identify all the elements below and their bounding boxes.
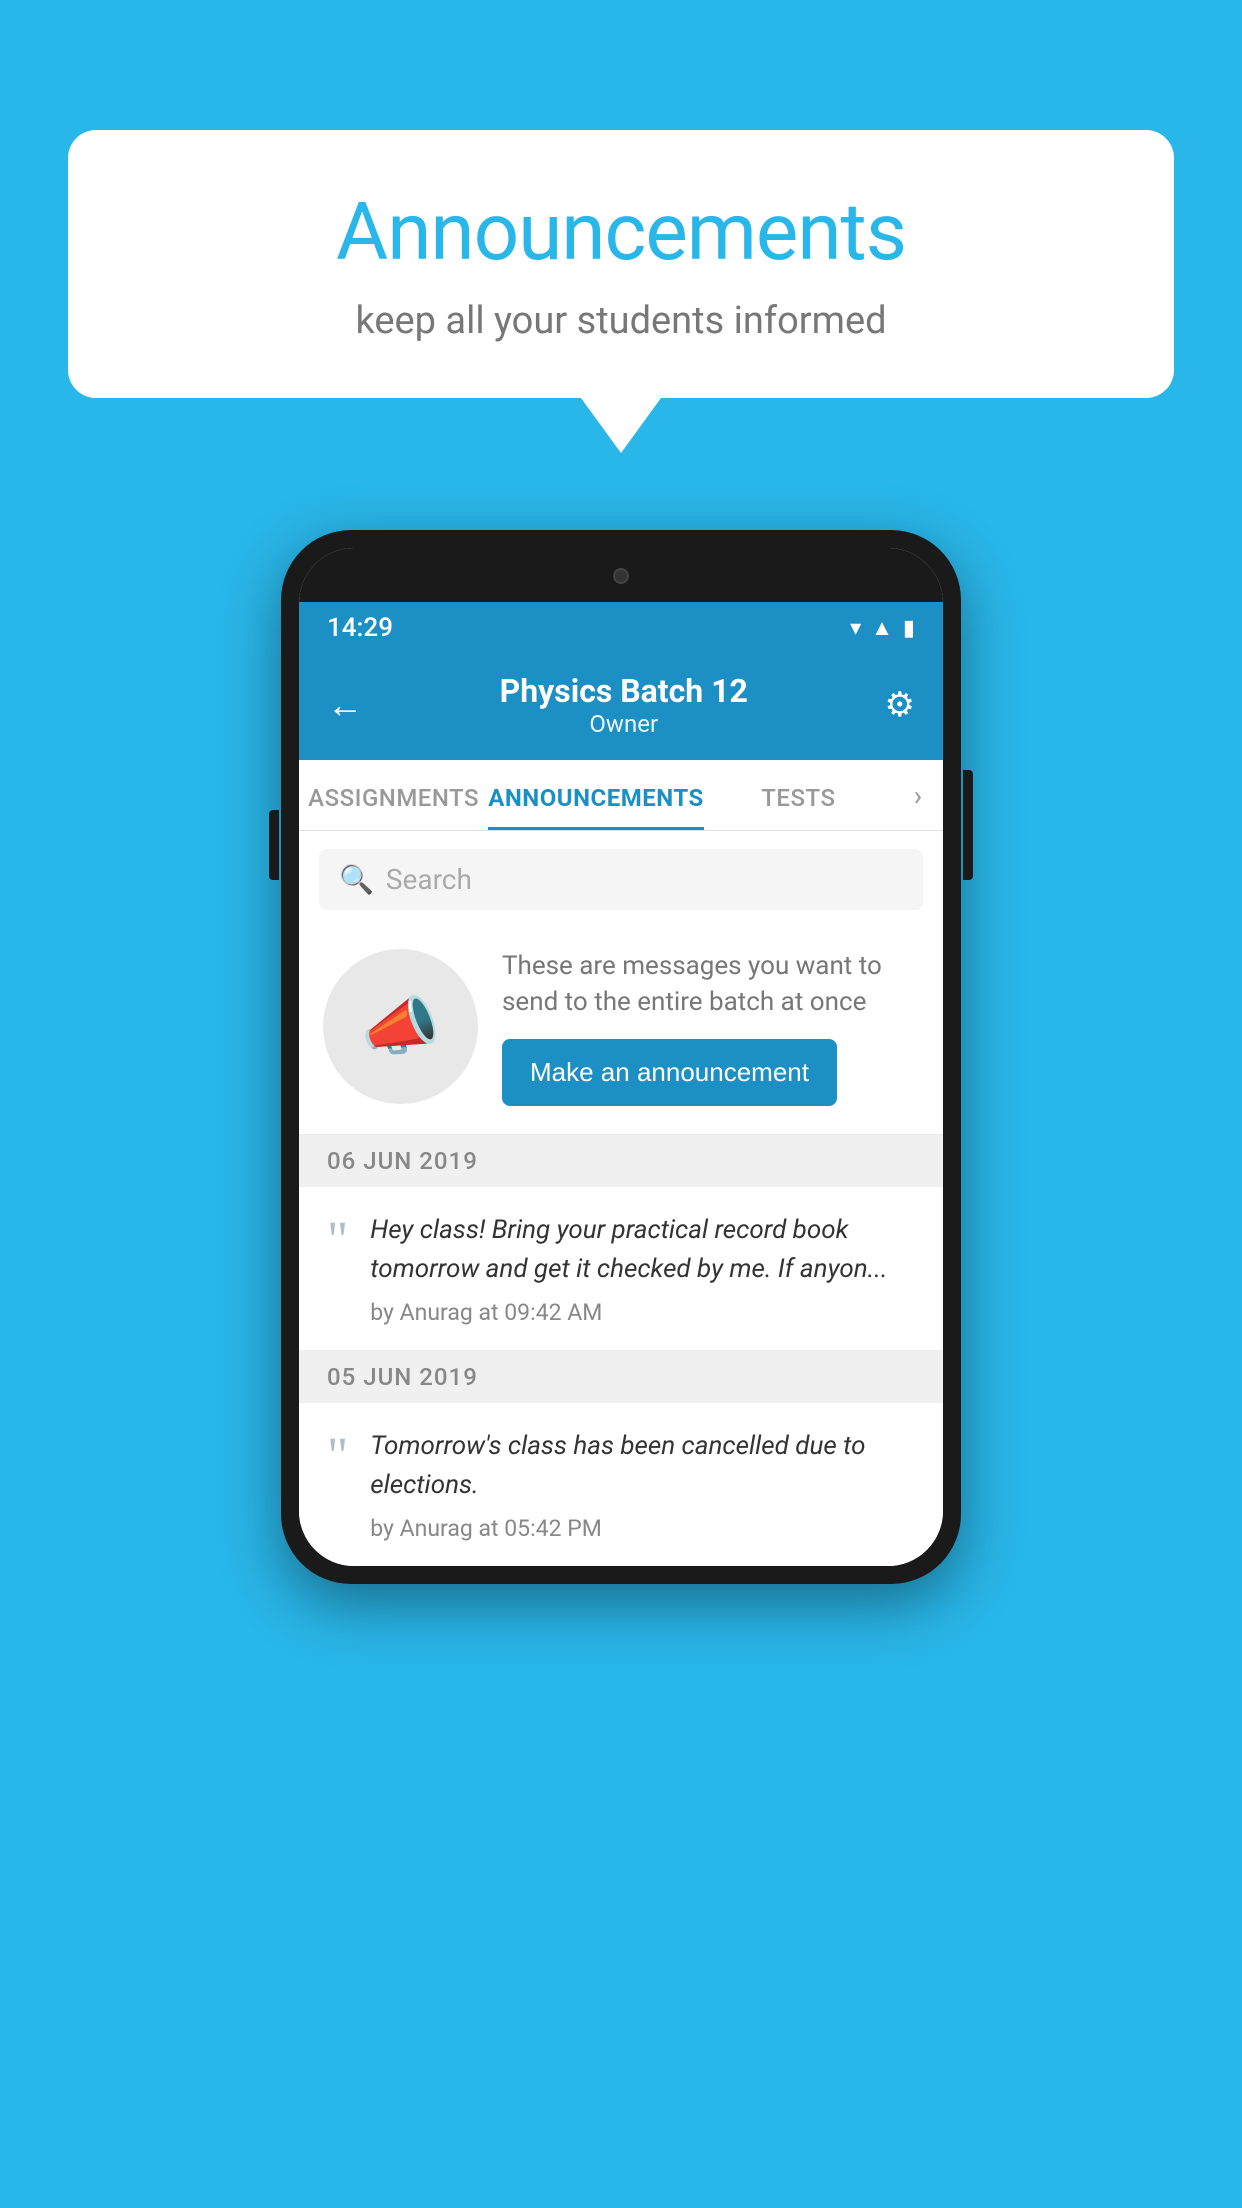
notch-cutout — [556, 558, 686, 594]
announcement-item-1[interactable]: " Hey class! Bring your practical record… — [299, 1187, 943, 1351]
tab-assignments[interactable]: ASSIGNMENTS — [299, 760, 488, 830]
megaphone-icon: 📣 — [361, 989, 441, 1064]
promo-content: These are messages you want to send to t… — [502, 948, 919, 1106]
signal-icon: ▲ — [871, 615, 893, 641]
header-title-area: Physics Batch 12 Owner — [363, 672, 885, 738]
announcement-text-1: Hey class! Bring your practical record b… — [370, 1211, 915, 1289]
tab-tests[interactable]: TESTS — [704, 760, 893, 830]
search-bar[interactable]: 🔍 Search — [319, 849, 923, 910]
phone-screen: 14:29 ▾ ▲ ▮ ← Physics Batch 12 Owner ⚙ — [299, 548, 943, 1566]
phone-device: 14:29 ▾ ▲ ▮ ← Physics Batch 12 Owner ⚙ — [281, 530, 961, 1584]
app-header: ← Physics Batch 12 Owner ⚙ — [299, 654, 943, 760]
header-subtitle: Owner — [363, 710, 885, 738]
tab-announcements[interactable]: ANNOUNCEMENTS — [488, 760, 704, 830]
header-title: Physics Batch 12 — [363, 672, 885, 710]
speech-bubble-arrow — [581, 398, 661, 453]
announcement-content-1: Hey class! Bring your practical record b… — [370, 1211, 915, 1326]
announcement-meta-2: by Anurag at 05:42 PM — [370, 1515, 915, 1542]
speech-bubble-section: Announcements keep all your students inf… — [68, 130, 1174, 453]
camera-dot — [613, 568, 629, 584]
announcement-text-2: Tomorrow's class has been cancelled due … — [370, 1427, 915, 1505]
battery-icon: ▮ — [903, 616, 915, 641]
announcement-meta-1: by Anurag at 09:42 AM — [370, 1299, 915, 1326]
speech-bubble: Announcements keep all your students inf… — [68, 130, 1174, 398]
back-button[interactable]: ← — [327, 684, 363, 726]
status-time: 14:29 — [327, 613, 393, 643]
tab-bar: ASSIGNMENTS ANNOUNCEMENTS TESTS › — [299, 760, 943, 831]
phone-notch — [299, 548, 943, 602]
date-separator-2: 05 JUN 2019 — [299, 1351, 943, 1403]
make-announcement-button[interactable]: Make an announcement — [502, 1039, 837, 1106]
phone-wrapper: 14:29 ▾ ▲ ▮ ← Physics Batch 12 Owner ⚙ — [68, 530, 1174, 1584]
announcement-item-2[interactable]: " Tomorrow's class has been cancelled du… — [299, 1403, 943, 1566]
date-separator-1: 06 JUN 2019 — [299, 1135, 943, 1187]
status-bar: 14:29 ▾ ▲ ▮ — [299, 602, 943, 654]
quote-icon-2: " — [327, 1431, 348, 1483]
speech-bubble-title: Announcements — [128, 185, 1114, 279]
quote-icon-1: " — [327, 1215, 348, 1267]
search-icon: 🔍 — [339, 863, 374, 896]
announcement-icon-circle: 📣 — [323, 949, 478, 1104]
speech-bubble-subtitle: keep all your students informed — [128, 299, 1114, 343]
announcement-content-2: Tomorrow's class has been cancelled due … — [370, 1427, 915, 1542]
wifi-icon: ▾ — [850, 616, 861, 641]
search-placeholder: Search — [386, 863, 472, 896]
settings-icon[interactable]: ⚙ — [885, 685, 915, 725]
promo-area: 📣 These are messages you want to send to… — [299, 928, 943, 1135]
status-icons: ▾ ▲ ▮ — [850, 615, 915, 641]
promo-description: These are messages you want to send to t… — [502, 948, 919, 1021]
tab-more[interactable]: › — [893, 760, 943, 830]
